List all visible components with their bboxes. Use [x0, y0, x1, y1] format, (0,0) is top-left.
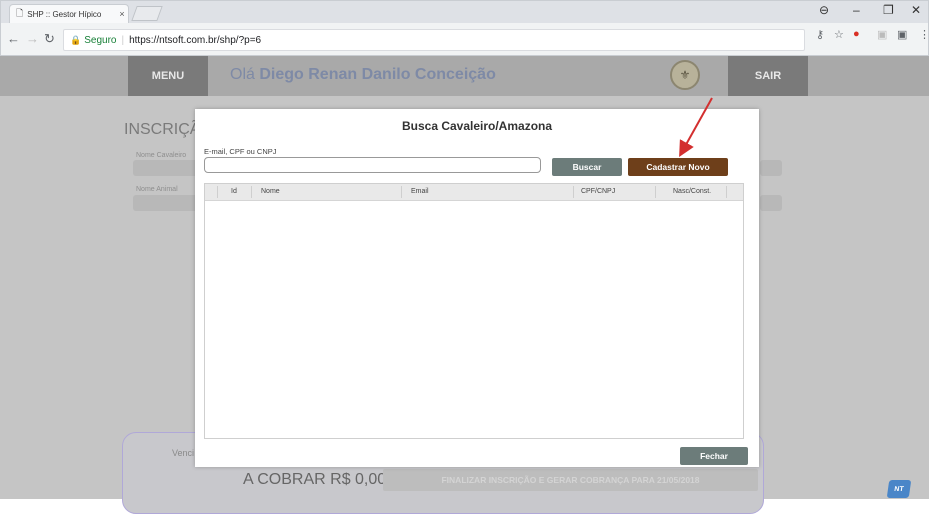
col-cpf[interactable]: CPF/CNPJ — [581, 184, 615, 200]
page-overlay: MENU Olá Diego Renan Danilo Conceição ⚜ … — [0, 56, 929, 514]
search-button[interactable]: Buscar — [552, 158, 622, 176]
results-table: Id Nome Email CPF/CNPJ Nasc/Const. — [204, 183, 744, 439]
browser-tab[interactable]: 🗋 SHP :: Gestor Hípico × — [9, 4, 129, 23]
rider-name-field[interactable] — [133, 160, 203, 176]
greeting-prefix: Olá — [230, 66, 255, 83]
close-modal-button[interactable]: Fechar — [680, 447, 748, 465]
lock-icon: 🔒 — [70, 34, 82, 45]
column-divider — [726, 186, 727, 198]
menu-button[interactable]: MENU — [128, 56, 208, 96]
tab-strip: 🗋 SHP :: Gestor Hípico × ⊖ – ❐ ✕ — [1, 1, 928, 23]
col-id[interactable]: Id — [231, 184, 237, 200]
due-date-label: Venci — [172, 448, 195, 458]
search-input[interactable] — [204, 157, 541, 173]
address-bar[interactable]: 🔒 Seguro | https://ntsoft.com.br/shp/?p=… — [63, 29, 805, 51]
tab-title: SHP :: Gestor Hípico — [27, 9, 102, 19]
column-divider — [573, 186, 574, 198]
forward-icon[interactable]: → — [26, 31, 39, 46]
bookmark-star-icon[interactable]: ☆ — [834, 28, 844, 41]
tab-close-icon[interactable]: × — [116, 9, 128, 19]
column-divider — [655, 186, 656, 198]
rider-name-field-end — [760, 160, 782, 176]
url-text: https://ntsoft.com.br/shp/?p=6 — [129, 34, 262, 46]
adblock-icon[interactable]: ● — [853, 28, 860, 40]
col-nome[interactable]: Nome — [261, 184, 280, 200]
profile-icon[interactable]: ⊖ — [819, 3, 829, 17]
animal-name-label: Nome Animal — [136, 186, 178, 193]
restore-icon[interactable]: ❐ — [883, 3, 894, 17]
new-tab-button[interactable] — [131, 6, 163, 21]
inscricao-title: INSCRIÇÃ — [124, 121, 201, 138]
col-nasc[interactable]: Nasc/Const. — [673, 184, 711, 200]
close-window-icon[interactable]: ✕ — [911, 3, 921, 17]
reload-icon[interactable]: ↻ — [44, 31, 55, 47]
back-icon[interactable]: ← — [7, 31, 20, 46]
nt-badge-icon[interactable]: NT — [886, 480, 912, 498]
animal-name-field[interactable] — [133, 195, 203, 211]
address-divider: | — [121, 34, 125, 46]
rider-name-label: Nome Cavaleiro — [136, 152, 187, 159]
search-label: E-mail, CPF ou CNPJ — [204, 147, 277, 156]
column-divider — [401, 186, 402, 198]
user-name: Diego Renan Danilo Conceição — [259, 66, 496, 83]
page-icon: 🗋 — [16, 8, 24, 18]
secure-label: Seguro — [84, 34, 117, 46]
table-header: Id Nome Email CPF/CNPJ Nasc/Const. — [205, 184, 743, 201]
extension-icon[interactable]: ▣ — [877, 28, 887, 41]
register-new-button[interactable]: Cadastrar Novo — [628, 158, 728, 176]
club-logo-icon: ⚜ — [670, 60, 700, 90]
minimize-icon[interactable]: – — [853, 3, 860, 17]
amount-due: A COBRAR R$ 0,00 — [243, 471, 387, 488]
browser-toolbar: ← → ↻ 🔒 Seguro | https://ntsoft.com.br/s… — [1, 23, 928, 55]
column-divider — [217, 186, 218, 198]
extension-icon-2[interactable]: ▣ — [897, 28, 907, 41]
animal-name-field-end — [760, 195, 782, 211]
browser-chrome: 🗋 SHP :: Gestor Hípico × ⊖ – ❐ ✕ ← → ↻ 🔒… — [0, 0, 929, 56]
browser-menu-icon[interactable]: ⋮ — [919, 28, 929, 41]
search-modal: Busca Cavaleiro/Amazona E-mail, CPF ou C… — [195, 109, 759, 467]
column-divider — [251, 186, 252, 198]
key-icon[interactable]: ⚷ — [816, 28, 824, 41]
logout-button[interactable]: SAIR — [728, 56, 808, 96]
greeting: Olá Diego Renan Danilo Conceição — [230, 66, 496, 84]
finalize-button[interactable]: FINALIZAR INSCRIÇÃO E GERAR COBRANÇA PAR… — [383, 469, 758, 491]
col-email[interactable]: Email — [411, 184, 429, 200]
app-header: MENU Olá Diego Renan Danilo Conceição ⚜ … — [0, 56, 929, 96]
modal-title: Busca Cavaleiro/Amazona — [401, 119, 553, 133]
